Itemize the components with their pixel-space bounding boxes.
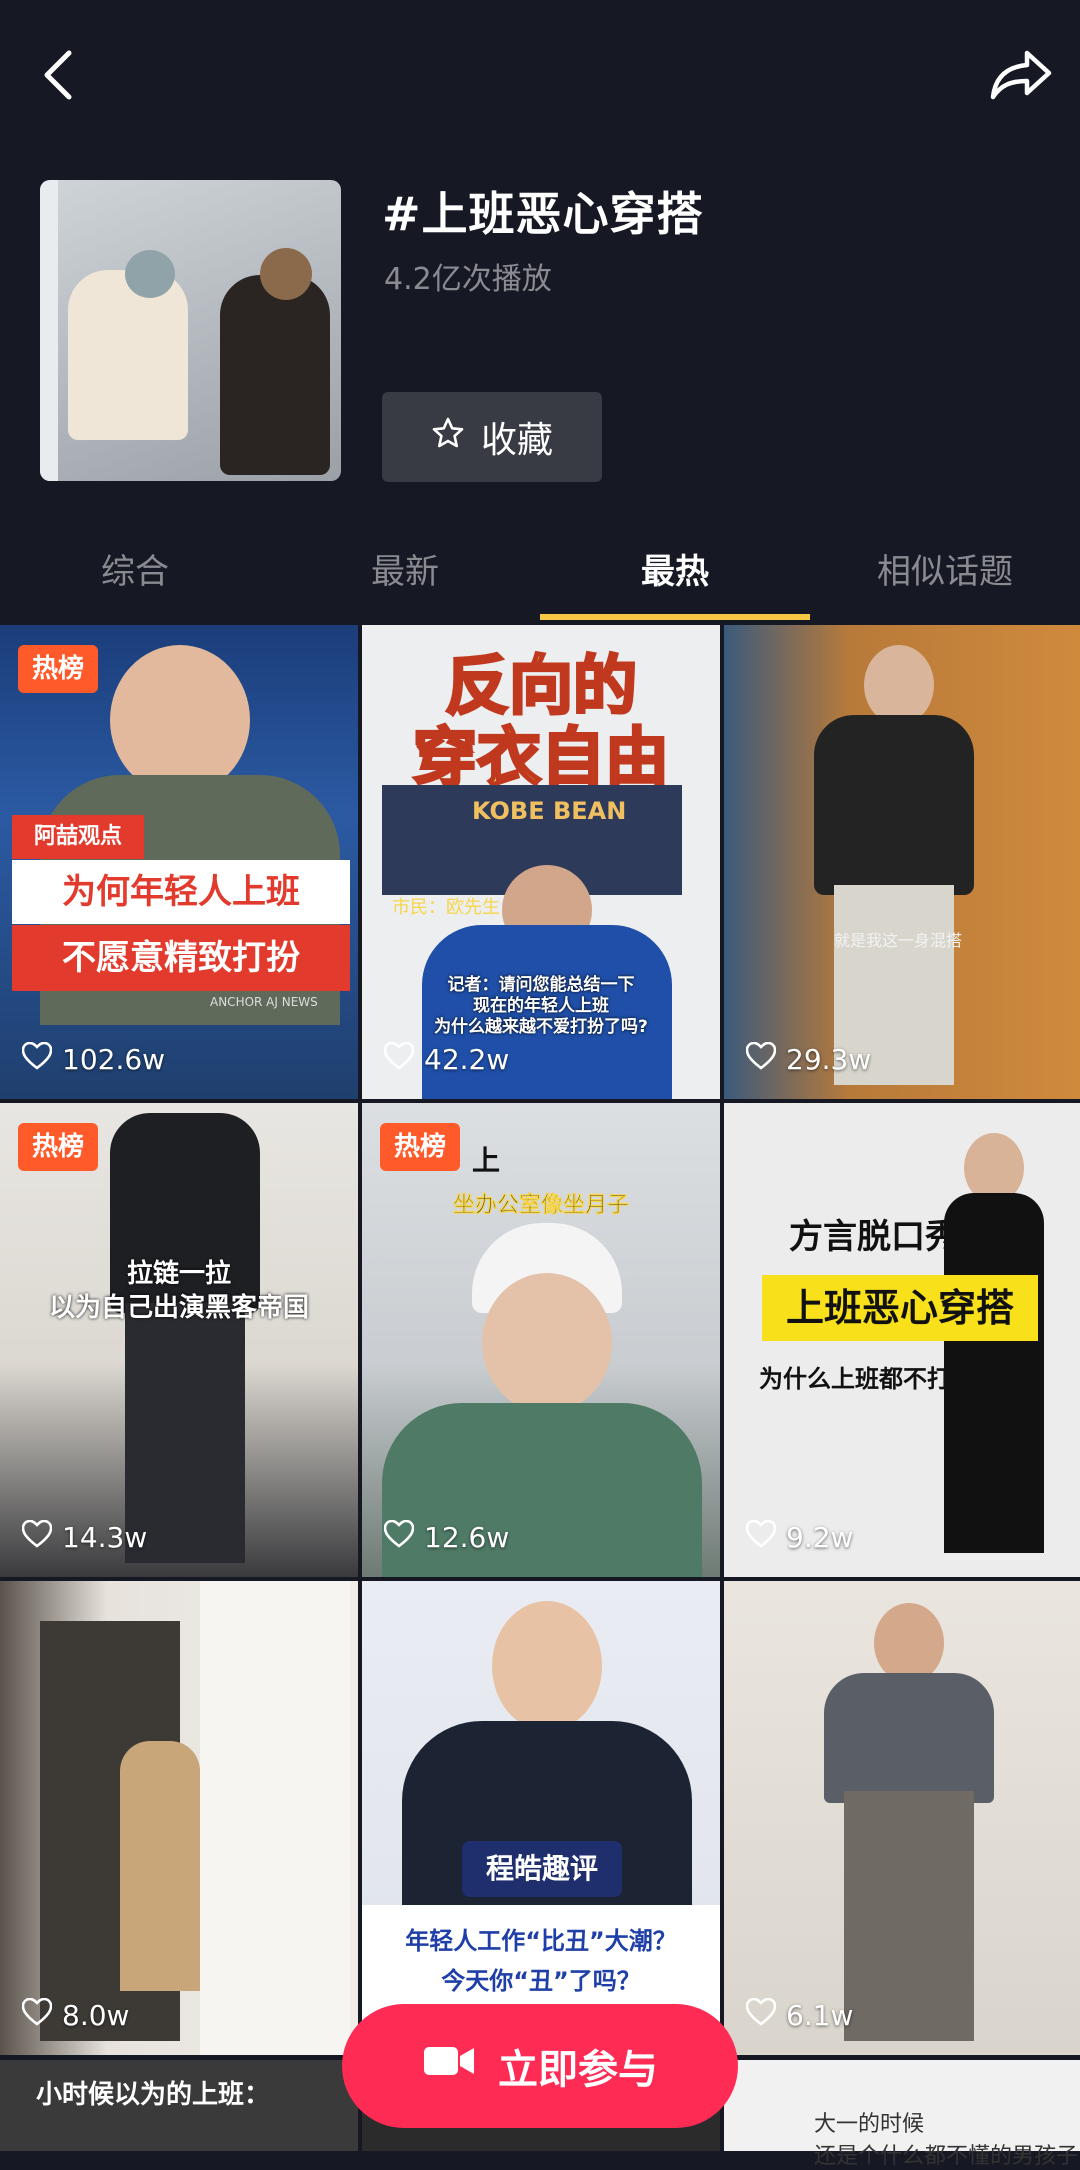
star-icon [431,416,465,459]
favorite-button[interactable]: 收藏 [382,392,602,482]
video-caption: KOBE BEAN [472,797,627,825]
like-count: 8.0w [21,1997,129,2033]
video-card[interactable]: 方言脱口秀 上班恶心穿搭 为什么上班都不打扮? 9.2w [724,1103,1080,1577]
video-caption: 市民：欧先生 [392,897,500,918]
tab-bar: 综合 最新 最热 相似话题 [0,530,1080,622]
tab-hottest[interactable]: 最热 [540,530,810,622]
video-card[interactable]: 就是我这一身混搭 29.3w [724,625,1080,1099]
video-caption: 上班恶心穿搭 [762,1275,1038,1341]
video-caption: ANCHOR AJ NEWS [210,995,318,1009]
video-card[interactable]: 大一的时候 还是个什么都不懂的男孩子 [724,2060,1080,2169]
favorite-label: 收藏 [480,420,553,461]
heart-icon [745,1997,777,2033]
heart-icon [21,1997,53,2033]
video-card[interactable]: 8.0w [0,1581,358,2055]
video-card[interactable]: 小时候以为的上班： [0,2060,358,2151]
video-caption: 坐办公室像坐月子 [452,1193,630,1219]
video-card[interactable]: 上 坐办公室像坐月子 热榜 12.6w [362,1103,720,1577]
play-count: 4.2亿次播放 [384,262,552,297]
like-count: 42.2w [383,1041,509,1077]
top-bar [0,0,1080,150]
topic-cover-image [40,180,341,481]
heart-icon [745,1041,777,1077]
video-caption: 为何年轻人上班 [12,860,350,924]
video-caption: 方言脱口秀 [789,1217,959,1257]
heart-icon [21,1041,53,1077]
like-count: 6.1w [745,1997,853,2033]
video-caption: 为什么越来越不爱打扮了吗? [434,1017,648,1037]
video-caption: 上 [472,1144,501,1177]
video-card[interactable]: 反向的 穿衣自由 KOBE BEAN 市民：欧先生 记者：请问您能总结一下 现在… [362,625,720,1099]
video-caption: 小时候以为的上班： [36,2080,271,2110]
video-card[interactable]: 阿喆观点 为何年轻人上班 不愿意精致打扮 ANCHOR AJ NEWS 热榜 1… [0,625,358,1099]
tab-comprehensive[interactable]: 综合 [0,530,270,622]
tab-similar-topics[interactable]: 相似话题 [810,530,1080,622]
video-caption: 大一的时候 [814,2112,925,2137]
heart-icon [745,1519,777,1555]
video-caption: 程皓趣评 [462,1841,622,1897]
share-icon[interactable] [976,30,1066,120]
heart-icon [383,1519,415,1555]
join-label: 立即参与 [498,2047,658,2093]
video-caption: 阿喆观点 [12,815,144,859]
heart-icon [21,1519,53,1555]
like-count: 14.3w [21,1519,147,1555]
video-card[interactable]: 程皓趣评 年轻人工作“比丑”大潮？ 今天你“丑”了吗？ [362,1581,720,2055]
video-camera-icon [422,2043,476,2089]
video-card[interactable]: 拉链一拉 以为自己出演黑客帝国 热榜 14.3w [0,1103,358,1577]
like-count: 12.6w [383,1519,509,1555]
tab-latest[interactable]: 最新 [270,530,540,622]
page-title: #上班恶心穿搭 [382,187,704,241]
video-card[interactable]: 6.1w [724,1581,1080,2055]
video-caption: 拉链一拉 [126,1259,231,1289]
video-caption: 就是我这一身混搭 [834,931,963,950]
heart-icon [383,1041,415,1077]
video-caption: 还是个什么都不懂的男孩子 [814,2144,1079,2169]
hot-badge: 热榜 [18,645,98,693]
active-tab-indicator [540,614,810,620]
hot-badge: 热榜 [380,1123,460,1171]
video-caption: 年轻人工作“比丑”大潮？ [405,1927,677,1955]
like-count: 102.6w [21,1041,165,1077]
like-count: 29.3w [745,1041,871,1077]
video-caption: 以为自己出演黑客帝国 [48,1293,309,1323]
back-icon[interactable] [14,30,104,120]
video-caption: 不愿意精致打扮 [12,925,350,991]
video-caption: 为什么上班都不打扮? [759,1365,989,1393]
like-count: 9.2w [745,1519,853,1555]
hot-badge: 热榜 [18,1123,98,1171]
video-caption: 今天你“丑”了吗？ [441,1967,641,1995]
join-button[interactable]: 立即参与 [342,2004,738,2128]
